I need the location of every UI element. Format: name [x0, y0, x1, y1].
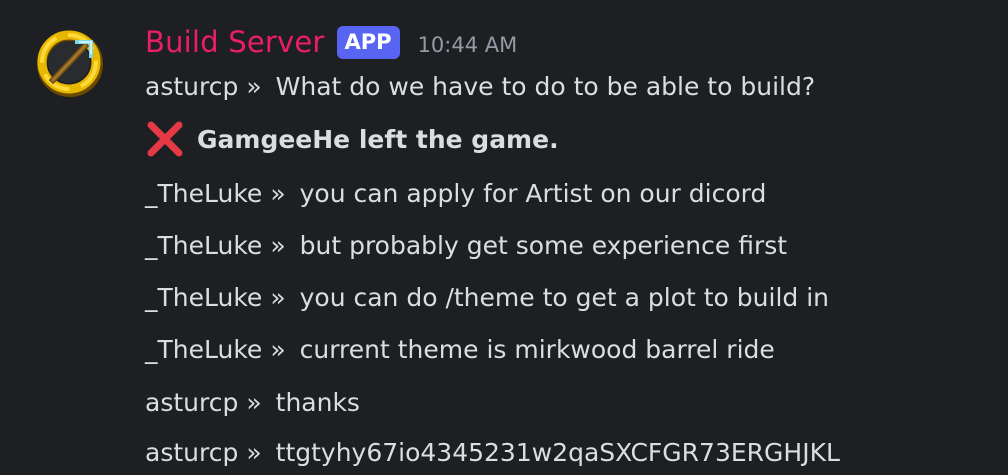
message-group: Build Server APP 10:44 AM asturcp » What…: [0, 0, 1008, 475]
chat-separator: »: [246, 71, 262, 101]
event-line: GamgeeHe left the game.: [145, 119, 559, 159]
chat-text: but probably get some experience first: [299, 230, 788, 260]
chat-author: _TheLuke: [145, 282, 263, 312]
message-line: _TheLuke » you can do /theme to get a pl…: [145, 277, 829, 317]
chat-author: asturcp: [145, 71, 239, 101]
message-line: _TheLuke » but probably get some experie…: [145, 225, 787, 265]
chat-separator: »: [246, 387, 262, 417]
red-x-icon: [145, 119, 185, 159]
chat-author: _TheLuke: [145, 334, 263, 364]
message-line: _TheLuke » current theme is mirkwood bar…: [145, 329, 775, 369]
chat-text: thanks: [275, 387, 360, 417]
message-line: asturcp » What do we have to do to be ab…: [145, 66, 815, 106]
chat-text: you can apply for Artist on our dicord: [299, 178, 767, 208]
chat-text: ttgtyhy67io4345231w2qaSXCFGR73ERGHJKL: [275, 437, 840, 467]
chat-separator: »: [270, 230, 286, 260]
chat-author: asturcp: [145, 437, 239, 467]
chat-author: asturcp: [145, 387, 239, 417]
avatar[interactable]: [35, 28, 105, 98]
chat-text: you can do /theme to get a plot to build…: [299, 282, 830, 312]
chat-separator: »: [246, 437, 262, 467]
event-text: GamgeeHe left the game.: [197, 124, 559, 154]
message-line: asturcp » ttgtyhy67io4345231w2qaSXCFGR73…: [145, 432, 840, 472]
chat-text: What do we have to do to be able to buil…: [275, 71, 816, 101]
timestamp[interactable]: 10:44 AM: [418, 33, 518, 57]
app-badge: APP: [336, 25, 400, 59]
chat-author: _TheLuke: [145, 230, 263, 260]
chat-author: _TheLuke: [145, 178, 263, 208]
message-line: asturcp » thanks: [145, 382, 360, 422]
message-header: Build Server APP 10:44 AM: [145, 22, 517, 62]
chat-separator: »: [270, 178, 286, 208]
message-line: _TheLuke » you can apply for Artist on o…: [145, 173, 766, 213]
chat-separator: »: [270, 334, 286, 364]
golden-ring-pickaxe-icon: [37, 30, 103, 97]
username[interactable]: Build Server: [145, 25, 325, 59]
chat-text: current theme is mirkwood barrel ride: [299, 334, 775, 364]
chat-separator: »: [270, 282, 286, 312]
